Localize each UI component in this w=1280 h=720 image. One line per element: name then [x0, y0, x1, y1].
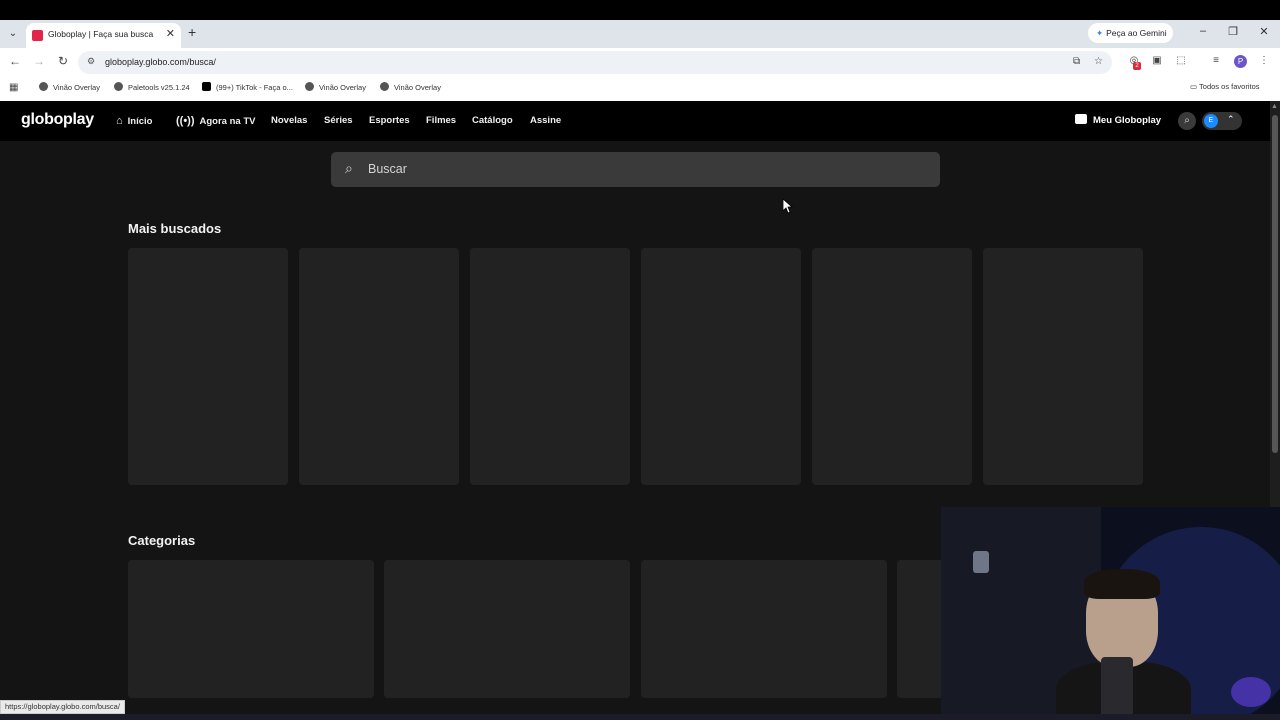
- search-box[interactable]: ⌕: [331, 152, 940, 187]
- screen-top-bar: [0, 0, 1280, 20]
- nav-series[interactable]: Séries: [324, 115, 353, 126]
- most-searched-title: Mais buscados: [128, 221, 222, 236]
- most-searched-card[interactable]: [128, 248, 288, 485]
- tab-search-icon[interactable]: ⌄: [6, 27, 20, 41]
- reload-icon[interactable]: ↻: [55, 54, 71, 68]
- new-tab-icon[interactable]: +: [188, 24, 196, 40]
- category-card[interactable]: [641, 560, 887, 698]
- extension-icon-2[interactable]: ▣: [1151, 55, 1163, 67]
- nav-catalogo[interactable]: Catálogo: [472, 115, 513, 126]
- bookmark-item[interactable]: (99+) TikTok - Faça o...: [202, 82, 293, 92]
- bookmark-item[interactable]: Vinão Overlay: [305, 82, 366, 92]
- extensions-puzzle-icon[interactable]: ⬚: [1175, 55, 1187, 67]
- bookmark-item[interactable]: Vinão Overlay: [39, 82, 100, 92]
- scroll-thumb[interactable]: [1272, 115, 1278, 453]
- globe-icon: [305, 82, 314, 91]
- search-input[interactable]: [368, 158, 918, 180]
- broadcast-icon: ((•)): [176, 115, 195, 127]
- category-card[interactable]: [128, 560, 374, 698]
- tab-strip: ⌄ Globoplay | Faça sua busca ✕ + ✦ Peça a…: [0, 20, 1280, 48]
- webcam-lamp: [973, 551, 989, 573]
- taskbar-strip: [0, 714, 1280, 720]
- globoplay-favicon-icon: [32, 30, 43, 41]
- nav-assine[interactable]: Assine: [530, 115, 561, 126]
- scroll-up-icon[interactable]: ▲: [1271, 103, 1278, 110]
- webcam-person-hair: [1084, 569, 1160, 599]
- nav-novelas[interactable]: Novelas: [271, 115, 307, 126]
- apps-grid-icon[interactable]: ▦: [9, 82, 18, 93]
- tab-close-icon[interactable]: ✕: [166, 27, 175, 40]
- my-list-icon: [1075, 114, 1087, 124]
- tab-globoplay[interactable]: Globoplay | Faça sua busca ✕: [26, 23, 181, 48]
- globe-icon: [114, 82, 123, 91]
- nav-inicio[interactable]: ⌂ Início: [116, 115, 152, 127]
- globoplay-logo[interactable]: globoplay: [21, 111, 94, 129]
- webcam-microphone: [1101, 657, 1133, 720]
- site-info-icon[interactable]: ⚙: [87, 56, 95, 67]
- media-icon[interactable]: ≡: [1210, 55, 1222, 67]
- most-searched-card[interactable]: [983, 248, 1143, 485]
- avatar: E: [1204, 114, 1218, 128]
- tiktok-icon: [202, 82, 211, 91]
- chevron-up-icon: ⌃: [1227, 114, 1235, 124]
- browser-toolbar: ← → ↻ ⚙ globoplay.globo.com/busca/ ⧉ ☆ ◎…: [0, 48, 1280, 77]
- search-icon: ⌕: [345, 160, 353, 176]
- profile-avatar[interactable]: P: [1234, 55, 1247, 68]
- back-icon[interactable]: ←: [7, 54, 23, 68]
- status-url-tooltip: https://globoplay.globo.com/busca/: [0, 700, 125, 714]
- categories-title: Categorias: [128, 533, 196, 548]
- webcam-overlay: [941, 507, 1280, 720]
- extension-badge: 2: [1133, 62, 1141, 70]
- profile-menu[interactable]: E ⌃: [1202, 112, 1242, 130]
- meu-globoplay-link[interactable]: Meu Globoplay: [1075, 114, 1161, 126]
- nav-filmes[interactable]: Filmes: [426, 115, 456, 126]
- most-searched-card[interactable]: [812, 248, 972, 485]
- mouse-cursor-icon: [783, 199, 793, 214]
- gemini-label: Peça ao Gemini: [1106, 28, 1167, 38]
- webcam-purple-light: [1231, 677, 1271, 707]
- home-icon: ⌂: [116, 115, 123, 127]
- all-bookmarks-folder[interactable]: ▭ Todos os favoritos: [1190, 82, 1260, 91]
- site-header: globoplay ⌂ Início ((•)) Agora na TV Novel…: [0, 101, 1270, 141]
- window-close-icon[interactable]: ✕: [1257, 25, 1271, 38]
- gemini-button[interactable]: ✦ Peça ao Gemini: [1088, 23, 1173, 43]
- forward-icon[interactable]: →: [31, 54, 47, 68]
- folder-icon: ▭: [1190, 82, 1200, 91]
- minimize-icon[interactable]: –: [1196, 25, 1210, 37]
- nav-agora-na-tv[interactable]: ((•)) Agora na TV: [176, 115, 255, 127]
- address-bar[interactable]: ⚙ globoplay.globo.com/busca/ ⧉ ☆: [78, 51, 1112, 74]
- bookmark-item[interactable]: Vinão Overlay: [380, 82, 441, 92]
- restore-icon[interactable]: ❐: [1226, 25, 1240, 38]
- header-search-icon[interactable]: ⌕: [1178, 112, 1196, 130]
- bookmark-star-icon[interactable]: ☆: [1094, 56, 1103, 67]
- most-searched-card[interactable]: [470, 248, 630, 485]
- bookmarks-bar: ▦ Vinão Overlay Paletools v25.1.24 (99+)…: [0, 77, 1280, 101]
- bookmark-item[interactable]: Paletools v25.1.24: [114, 82, 190, 92]
- category-card[interactable]: [384, 560, 630, 698]
- globe-icon: [380, 82, 389, 91]
- tab-title: Globoplay | Faça sua busca: [48, 29, 154, 39]
- globe-icon: [39, 82, 48, 91]
- most-searched-card[interactable]: [641, 248, 801, 485]
- address-url: globoplay.globo.com/busca/: [105, 57, 216, 67]
- install-app-icon[interactable]: ⧉: [1073, 56, 1080, 67]
- nav-esportes[interactable]: Esportes: [369, 115, 410, 126]
- most-searched-card[interactable]: [299, 248, 459, 485]
- menu-icon[interactable]: ⋮: [1258, 55, 1270, 67]
- gemini-icon: ✦: [1096, 28, 1104, 38]
